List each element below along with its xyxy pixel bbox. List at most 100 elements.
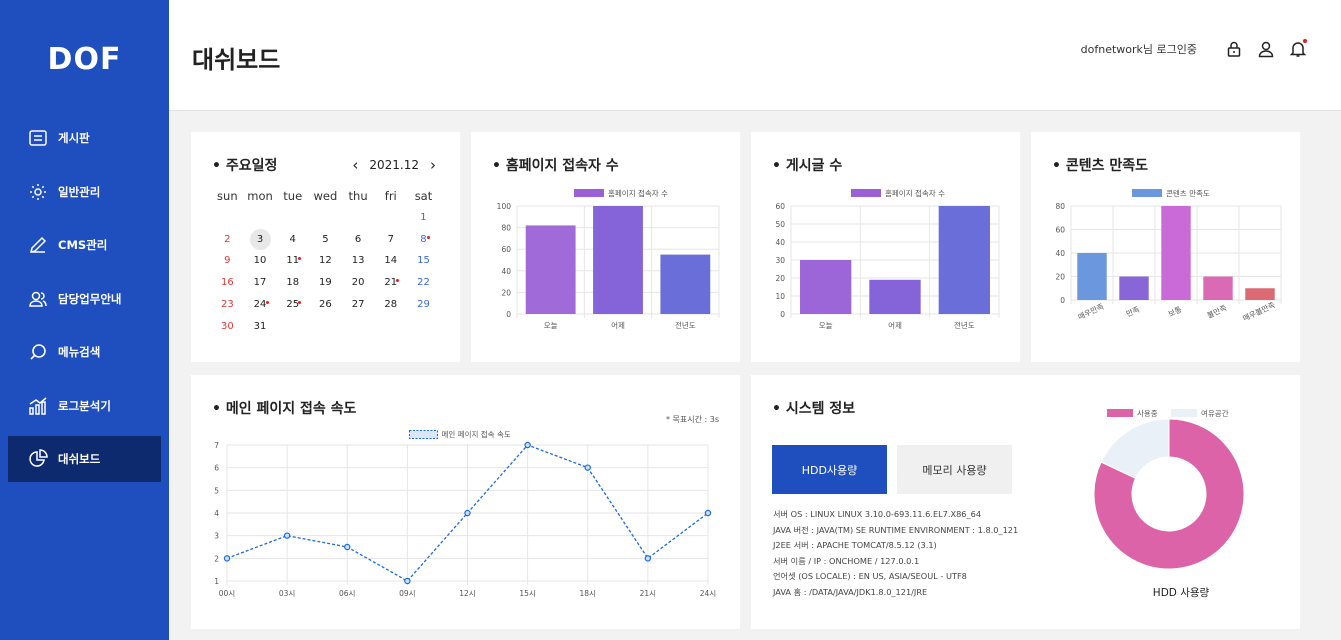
- bar: [1161, 206, 1191, 300]
- notification-bell[interactable]: [1289, 39, 1307, 58]
- sidebar-item-cms[interactable]: CMS관리: [8, 222, 161, 268]
- y-tick-label: 0: [506, 310, 511, 319]
- calendar-day[interactable]: 7: [374, 234, 407, 245]
- sidebar-item-menu-search[interactable]: 메뉴검색: [8, 329, 161, 375]
- calendar-day[interactable]: 21: [374, 277, 407, 288]
- bar: [1119, 276, 1149, 300]
- calendar-day[interactable]: 14: [374, 255, 407, 266]
- speed-chart: 메인 페이지 접속 속도 1 2 3 4 5 6 7 00시 03시 06시 09시 12시 15시 18시…: [214, 429, 716, 598]
- legend-swatch: [1171, 409, 1197, 417]
- sidebar-item-general[interactable]: 일반관리: [8, 169, 161, 215]
- sidebar-item-duty[interactable]: 담당업무안내: [8, 276, 161, 322]
- satisfaction-card: • 콘텐츠 만족도 콘텐츠 만족도 0 20 40 60 80 매우만족 만족 보통 불만족 매우불…: [1031, 132, 1300, 362]
- users-icon: [29, 291, 47, 307]
- calendar-day[interactable]: 27: [342, 299, 375, 310]
- calendar-day[interactable]: 4: [276, 234, 309, 245]
- data-point: [704, 509, 712, 517]
- calendar-day[interactable]: 24: [244, 299, 277, 310]
- calendar-day[interactable]: 17: [244, 277, 277, 288]
- info-line: JAVA 홈 : /DATA/JAVA/JDK1.8.0_121/JRE: [773, 586, 928, 597]
- calendar-day[interactable]: 10: [244, 255, 277, 266]
- bar: [869, 279, 921, 314]
- sidebar-item-dashboard[interactable]: 대쉬보드: [8, 436, 161, 482]
- legend-label: 사용중: [1137, 409, 1158, 418]
- gear-icon: [30, 183, 46, 200]
- calendar-day[interactable]: 15: [407, 255, 440, 266]
- x-tick-label: 03시: [279, 589, 295, 598]
- calendar-day[interactable]: 31: [244, 321, 277, 332]
- bar: [593, 206, 643, 314]
- calendar-day[interactable]: 11: [276, 255, 309, 266]
- calendar-day[interactable]: 9: [211, 255, 244, 266]
- y-tick-label: 5: [214, 486, 219, 495]
- card-title: • 주요일정: [212, 158, 278, 174]
- page-title: 대쉬보드: [192, 46, 281, 74]
- x-tick-label: 18시: [580, 589, 596, 598]
- calendar-day[interactable]: 28: [374, 299, 407, 310]
- x-tick-label: 보통: [1167, 305, 1183, 319]
- x-tick-label: 09시: [399, 589, 415, 598]
- weekday-header: wed: [313, 188, 338, 203]
- weekday-header: sun: [217, 188, 238, 203]
- card-title: • 게시글 수: [772, 158, 843, 174]
- legend-swatch: [851, 189, 881, 197]
- calendar-day[interactable]: 23: [211, 299, 244, 310]
- bar: [660, 254, 711, 314]
- calendar-day[interactable]: 26: [309, 299, 342, 310]
- y-tick-label: 40: [1055, 249, 1065, 258]
- sidebar-item-label: 게시판: [58, 131, 90, 145]
- event-dot: [427, 235, 431, 239]
- app-logo[interactable]: DOF: [0, 42, 169, 77]
- x-tick-label: 오늘: [544, 321, 558, 330]
- info-line: JAVA 버전 : JAVA(TM) SE RUNTIME ENVIRONMEN…: [773, 524, 1019, 535]
- y-tick-label: 20: [501, 288, 511, 297]
- bar-chart-icon: [29, 396, 47, 415]
- calendar-day[interactable]: 1: [407, 212, 440, 223]
- prev-month-button[interactable]: ‹: [352, 156, 358, 174]
- y-tick-label: 1: [214, 577, 219, 586]
- calendar-day[interactable]: 6: [342, 234, 375, 245]
- sidebar-item-log[interactable]: 로그분석기: [8, 383, 161, 429]
- event-dot: [265, 301, 269, 305]
- calendar-day[interactable]: 25: [276, 299, 309, 310]
- calendar-day[interactable]: 29: [407, 299, 440, 310]
- pie-chart-icon: [29, 449, 48, 467]
- y-tick-label: 40: [775, 238, 785, 247]
- bar: [1245, 288, 1275, 300]
- next-month-button[interactable]: ›: [430, 156, 436, 174]
- calendar-day[interactable]: 12: [309, 255, 342, 266]
- legend-label: 홈페이지 접속자 수: [608, 188, 668, 198]
- user-icon[interactable]: [1257, 40, 1275, 58]
- calendar-day[interactable]: 22: [407, 277, 440, 288]
- bar: [1203, 276, 1233, 300]
- sidebar-item-label: 메뉴검색: [58, 345, 101, 359]
- calendar-day[interactable]: 2: [211, 234, 244, 245]
- sidebar-item-board[interactable]: 게시판: [8, 115, 161, 161]
- legend-label: 메인 페이지 접속 속도: [442, 429, 511, 439]
- y-tick-label: 3: [214, 532, 219, 541]
- calendar-day[interactable]: 30: [211, 321, 244, 332]
- data-point: [584, 464, 591, 471]
- y-tick-label: 6: [214, 464, 219, 473]
- sidebar-item-label: 담당업무안내: [58, 291, 122, 306]
- hdd-usage-button[interactable]: HDD사용량: [772, 445, 887, 494]
- memory-usage-button[interactable]: 메모리 사용량: [897, 445, 1012, 494]
- calendar-day[interactable]: 16: [211, 277, 244, 288]
- y-tick-label: 4: [214, 509, 219, 518]
- calendar-day[interactable]: 18: [276, 277, 309, 288]
- calendar-day[interactable]: 5: [309, 234, 342, 245]
- calendar-day[interactable]: 8: [407, 234, 440, 245]
- weekday-header: thu: [348, 188, 368, 203]
- data-point: [524, 441, 531, 449]
- calendar-day[interactable]: 20: [342, 277, 375, 288]
- info-line: 언어셋 (OS LOCALE) : EN US, ASIA/SEOUL - UT…: [773, 571, 967, 582]
- x-tick-label: 어제: [888, 320, 902, 330]
- lock-icon[interactable]: [1225, 40, 1243, 58]
- posts-chart: 홈페이지 접속자 수 0 10 20 30 40 50 60 오늘 어제 전년도: [775, 188, 1000, 330]
- calendar-day[interactable]: 19: [309, 277, 342, 288]
- event-dot: [298, 301, 302, 305]
- legend-swatch: [1132, 189, 1162, 197]
- legend-swatch: [574, 189, 604, 197]
- calendar-day[interactable]: 3: [244, 228, 277, 250]
- calendar-day[interactable]: 13: [342, 255, 375, 266]
